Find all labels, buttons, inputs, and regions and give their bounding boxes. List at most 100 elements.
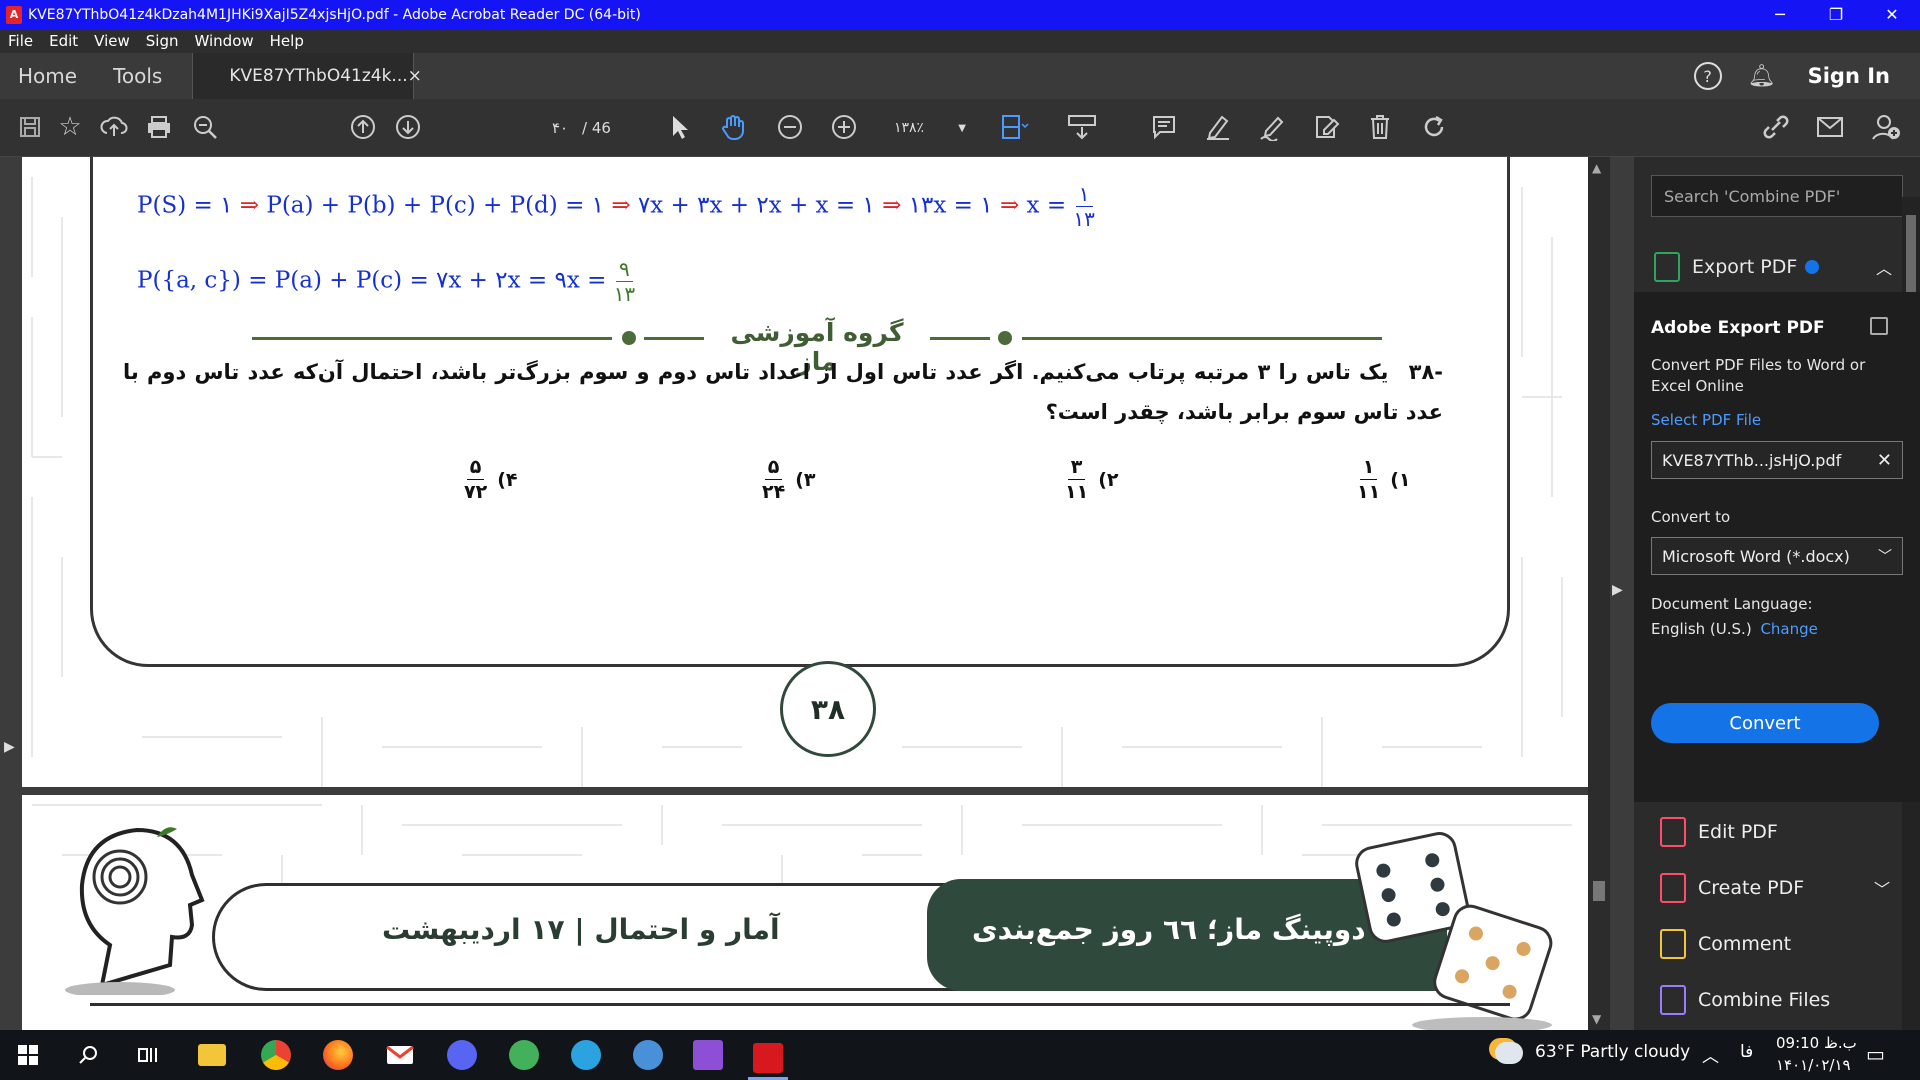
zoom-in-icon[interactable] [826,109,862,145]
clock-time[interactable]: 09:10 ب.ظ [1776,1034,1857,1052]
search-zoom-icon[interactable] [187,109,223,145]
document-viewport[interactable]: ▶ P(S) = ۱ ⇒ P(a) + P(b) + P(c) + P(d) =… [0,157,1610,1030]
zoom-out-icon[interactable] [772,109,808,145]
formula-1-lhs: P(S) = ۱ [137,192,233,219]
tool-comment[interactable]: Comment [1660,924,1900,964]
scrollbar-thumb[interactable] [1593,881,1605,901]
scroll-down-icon[interactable]: ▼ [1592,1012,1601,1026]
fraction: ۳ ۱۱ [1065,455,1088,504]
sign-in-button[interactable]: Sign In [1808,64,1890,88]
next-page-icon[interactable] [390,109,426,145]
convert-to-dropdown[interactable]: Microsoft Word (*.docx) ﹀ [1651,537,1903,575]
chevron-down-icon[interactable]: ﹀ [1874,876,1890,900]
option-label: ۱) [1390,468,1411,491]
close-button[interactable]: ✕ [1864,0,1920,29]
clear-file-icon[interactable]: ✕ [1877,450,1892,471]
weather-icon[interactable] [1495,1042,1523,1064]
tool-edit-pdf[interactable]: Edit PDF [1660,812,1900,852]
email-icon[interactable] [1812,109,1848,145]
tab-home[interactable]: Home [0,64,95,88]
task-view-icon[interactable] [128,1038,168,1072]
sign-pen-icon[interactable] [1254,109,1290,145]
right-panel-toggle-icon[interactable]: ▶ [1612,582,1623,598]
scroll-up-icon[interactable]: ▲ [1592,161,1601,175]
tools-search-input[interactable]: Search 'Combine PDF' [1651,175,1903,217]
banner-left-text: آمار و احتمال | ۱۷ اردیبهشت [382,913,780,946]
gmail-icon[interactable] [380,1038,420,1072]
discord-icon[interactable] [442,1038,482,1072]
menu-help[interactable]: Help [262,32,312,50]
visual-studio-icon[interactable] [688,1038,728,1072]
divider-line [930,337,990,340]
chevron-up-icon[interactable]: ︿ [1702,1042,1719,1067]
selected-file-field[interactable]: KVE87YThb...jsHjO.pdf ✕ [1651,441,1903,479]
tab-close-icon[interactable]: × [408,66,422,86]
formula-2-text: P({a, c}) = P(a) + P(c) = ۷x + ۲x = ۹x = [137,267,607,294]
help-icon[interactable]: ? [1693,62,1722,90]
bell-icon[interactable]: 🔔︎ [1748,64,1776,89]
question-text: -۳۸ یک تاس را ۳ مرتبه پرتاب می‌کنیم. اگر… [123,352,1443,432]
hand-tool-icon[interactable] [716,109,752,145]
windows-start-icon[interactable] [8,1038,48,1072]
restore-button[interactable]: ❐ [1808,0,1864,29]
minimize-button[interactable]: ─ [1752,0,1808,29]
clock-date[interactable]: ۱۴۰۱/۰۲/۱۹ [1776,1056,1851,1074]
language-indicator[interactable]: فا [1740,1042,1753,1062]
menu-view[interactable]: View [86,32,138,50]
add-user-icon[interactable] [1868,109,1904,145]
edit-share-icon[interactable] [1308,109,1344,145]
select-cursor-icon[interactable] [662,109,698,145]
bookmark-star-icon[interactable]: ☆ [52,109,88,145]
tool-create-pdf[interactable]: Create PDF ﹀ [1660,868,1900,908]
menu-sign[interactable]: Sign [138,32,187,50]
select-pdf-file-label: Select PDF File [1651,411,1762,429]
document-language-row: English (U.S.) Change [1651,619,1818,640]
vpn-icon[interactable] [504,1038,544,1072]
menu-window[interactable]: Window [187,32,262,50]
page-fit-icon[interactable] [996,109,1032,145]
fraction-denominator: ۱۱ [1357,481,1381,503]
rotate-icon[interactable] [1416,109,1452,145]
keyboard-scroll-icon[interactable] [1064,109,1100,145]
formula-line-2: P({a, c}) = P(a) + P(c) = ۷x + ۲x = ۹x =… [137,257,635,306]
save-icon[interactable] [12,109,48,145]
print-icon[interactable] [141,109,177,145]
left-panel-toggle-icon[interactable]: ▶ [4,739,15,755]
document-scrollbar[interactable]: ▲ ▼ [1588,157,1610,1030]
chevron-up-icon[interactable]: ︿ [1876,255,1892,279]
option-2: ۲) ۳ ۱۱ [1065,455,1119,504]
app-icon[interactable] [628,1038,668,1072]
comment-tool-icon [1660,929,1686,959]
file-explorer-icon[interactable] [192,1038,232,1072]
change-language-link[interactable]: Change [1760,620,1817,638]
link-icon[interactable] [1758,109,1794,145]
tab-tools[interactable]: Tools [95,64,180,88]
weather-text[interactable]: 63°F Partly cloudy [1535,1042,1690,1062]
page-number-input[interactable]: ۴۰ [540,113,580,143]
highlight-pen-icon[interactable] [1200,109,1236,145]
implies-arrow: ⇒ [999,192,1020,219]
convert-to-label: Convert to [1651,508,1731,526]
firefox-icon[interactable] [318,1038,358,1072]
menu-edit[interactable]: Edit [41,32,86,50]
title-bar: A KVE87YThbO41z4kDzah4M1JHKi9XajI5Z4xjsH… [0,0,1920,29]
acrobat-taskbar-icon[interactable] [748,1038,788,1080]
fraction: ۵ ۲۴ [762,455,785,504]
fraction-denominator: ۱۱ [1065,481,1089,503]
export-pdf-header[interactable]: Export PDF ︿ [1654,247,1902,287]
chevron-down-icon: ﹀ [1878,549,1892,565]
telegram-icon[interactable] [566,1038,606,1072]
tab-document[interactable]: KVE87YThbO41z4k... × [192,53,422,99]
fraction: ۵ ۷۲ [464,455,487,504]
search-icon[interactable] [68,1038,108,1072]
previous-page-icon[interactable] [345,109,381,145]
upload-icon[interactable] [96,109,132,145]
tool-combine-files[interactable]: Combine Files [1660,980,1900,1020]
convert-button[interactable]: Convert [1651,703,1879,743]
delete-icon[interactable] [1362,109,1398,145]
comment-icon[interactable] [1146,109,1182,145]
zoom-level-dropdown[interactable]: ۱۳۸٪ ▼ [894,113,966,143]
chrome-icon[interactable] [256,1038,296,1072]
notifications-icon[interactable]: ▭ [1866,1042,1885,1066]
menu-file[interactable]: File [0,32,41,50]
